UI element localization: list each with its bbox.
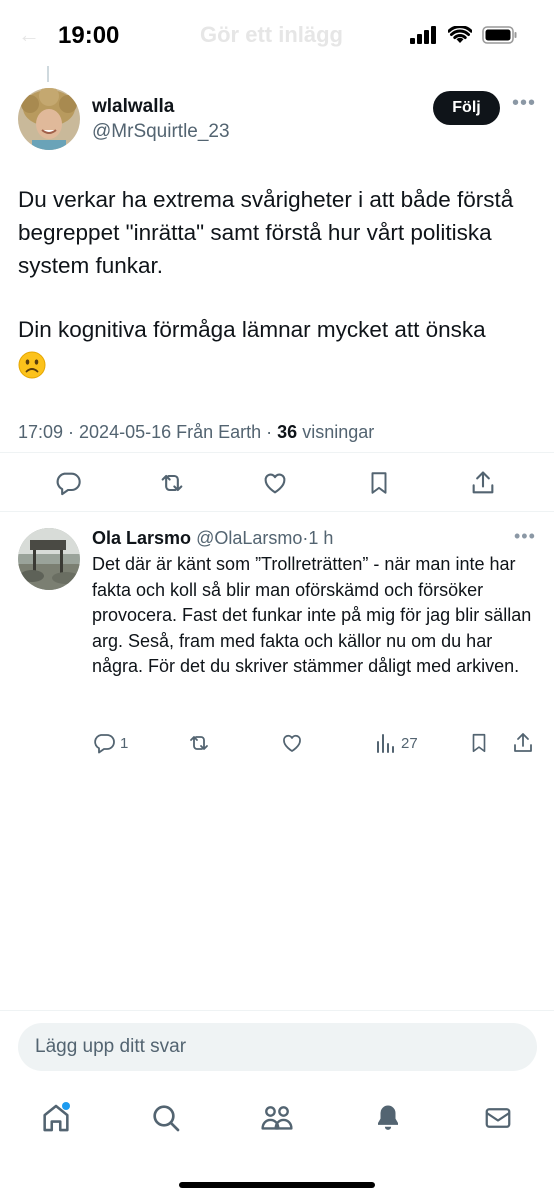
author-handle[interactable]: @MrSquirtle_23 [92,121,230,143]
retweet-icon [190,736,208,750]
reply-author-handle[interactable]: @OlaLarsmo [196,528,302,548]
tweet-paragraph-2: Din kognitiva förmåga lämnar mycket att … [18,313,538,379]
tab-messages[interactable] [478,1098,518,1138]
views-count: 36 [277,422,298,442]
tab-notifications[interactable] [368,1098,408,1138]
like-icon [283,734,301,752]
share-icon [514,733,532,752]
wifi-icon [448,26,472,43]
search-icon [153,1105,180,1132]
communities-icon [261,1106,293,1130]
retweet-icon[interactable] [156,467,188,499]
thread-connector [47,66,49,82]
reply-time[interactable]: 1 h [308,528,333,548]
tweet-paragraph-1: Du verkar ha extrema svårigheter i att b… [18,187,520,278]
tab-home[interactable] [36,1098,76,1138]
more-options-icon[interactable]: ••• [514,526,536,547]
bookmark-button[interactable] [468,728,490,758]
mail-icon [485,1108,511,1128]
views-button[interactable]: 27 [375,728,418,758]
reply-composer-input[interactable]: Lägg upp ditt svar [18,1023,537,1071]
bookmark-icon [472,733,486,753]
page-title: Gör ett inlägg [200,22,343,47]
reply-author-name[interactable]: Ola Larsmo [92,528,191,548]
reply-views-count: 27 [401,734,418,752]
views-label: visningar [297,422,375,442]
slightly-frowning-face-icon [18,351,46,379]
bell-icon [378,1105,398,1130]
tweet-timestamp[interactable]: 17:09 · 2024-05-16 Från Earth · [18,422,277,442]
more-options-icon[interactable]: ••• [512,92,536,115]
tab-communities[interactable] [257,1098,297,1138]
divider [0,452,554,453]
status-time: 19:00 [58,22,120,49]
tab-search[interactable] [146,1098,186,1138]
status-bar: ← Gör ett inlägg 19:00 [0,0,554,70]
author-name[interactable]: wlalwalla [92,96,174,118]
avatar[interactable] [18,88,80,150]
tweet-author: wlalwalla @MrSquirtle_23 Följ ••• [18,88,538,154]
tweet-action-bar [0,463,554,503]
home-indicator[interactable] [179,1182,375,1188]
bottom-tab-bar [0,1090,554,1146]
reply-header: Ola Larsmo @OlaLarsmo·1 h [92,528,333,549]
divider [0,511,554,512]
like-button[interactable] [280,728,304,758]
retweet-button[interactable] [186,728,212,758]
arrow-left-icon[interactable]: ← [18,22,40,48]
signal-icon [410,26,436,44]
reply-text: Det där är känt som ”Trollreträtten” - n… [92,554,532,677]
reply-button[interactable]: 1 [92,728,128,758]
reply-action-bar: 1 27 [0,728,554,758]
tweet-text: Du verkar ha extrema svårigheter i att b… [18,183,538,379]
tweet-paragraph-2-text: Din kognitiva förmåga lämnar mycket att … [18,317,486,342]
battery-icon [482,26,517,44]
reply-icon[interactable] [52,467,84,499]
reply-count: 1 [120,734,129,752]
avatar[interactable] [18,528,80,590]
follow-button[interactable]: Följ [433,91,500,125]
status-icons [410,26,518,44]
bookmark-icon[interactable] [363,467,395,499]
tweet-meta: 17:09 · 2024-05-16 Från Earth · 36 visni… [18,422,374,443]
notification-dot [62,1102,70,1110]
views-chart-icon [377,734,394,753]
share-icon[interactable] [467,467,499,499]
like-icon[interactable] [259,467,291,499]
reply-icon [94,734,115,754]
divider [0,1010,554,1011]
share-button[interactable] [511,728,535,758]
